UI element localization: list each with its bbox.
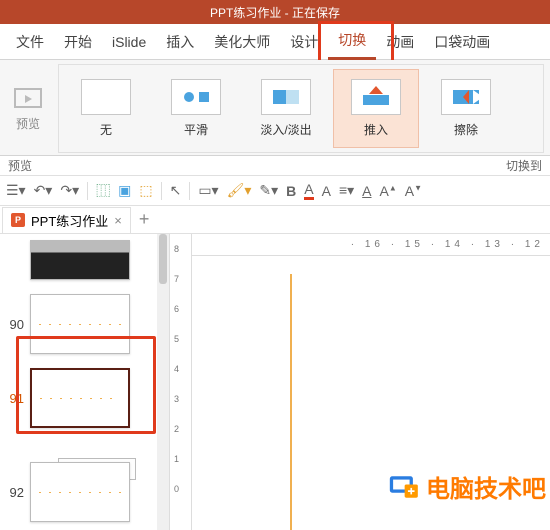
fade-icon — [261, 79, 311, 115]
vruler-tick: 8 — [174, 244, 179, 254]
title-bar: PPT练习作业 - 正在保存 — [0, 0, 550, 24]
powerpoint-file-icon: P — [11, 213, 25, 227]
image-icon[interactable]: ▣ — [118, 182, 131, 199]
undo-icon[interactable]: ↶▾ — [34, 182, 53, 199]
document-tab[interactable]: P PPT练习作业 × — [2, 207, 131, 233]
transition-wipe[interactable]: 擦除 — [423, 69, 509, 148]
transition-none-label: 无 — [100, 121, 112, 138]
section-preview-label: 预览 — [8, 157, 32, 174]
watermark: 电脑技术吧 — [386, 469, 546, 504]
title-text: PPT练习作业 - 正在保存 — [210, 4, 340, 21]
font-grow-button[interactable]: A — [322, 183, 331, 199]
horizontal-ruler: · 16 · 15 · 14 · 13 · 12 — [192, 234, 550, 256]
ribbon-section-labels: 预览 切换到 — [0, 156, 550, 176]
wipe-icon — [441, 79, 491, 115]
section-transition-to-label: 切换到 — [506, 157, 542, 174]
watermark-logo-icon — [386, 473, 420, 501]
vruler-tick: 1 — [174, 454, 179, 464]
eyedropper-icon[interactable]: ✎▾ — [259, 182, 278, 199]
font-size-up-icon[interactable]: A▲ — [380, 183, 397, 199]
quick-toolbar: ☰▾ ↶▾ ↷▾ ⿲ ▣ ⬚ ↖ ▭▾ 🖌▾ ✎▾ B A A ≡▾ A A▲ … — [0, 176, 550, 206]
close-tab-icon[interactable]: × — [114, 213, 122, 228]
none-icon — [81, 79, 131, 115]
transition-fade-label: 淡入/淡出 — [260, 121, 311, 138]
cursor-icon[interactable]: ↖ — [170, 182, 182, 199]
vertical-ruler: 8 7 6 5 4 3 2 1 0 — [170, 234, 192, 530]
document-tab-strip: P PPT练习作业 × + — [0, 206, 550, 234]
slide-thumb-90[interactable]: 90 — [0, 294, 169, 354]
menu-home[interactable]: 开始 — [54, 24, 102, 60]
transition-fade[interactable]: 淡入/淡出 — [243, 69, 329, 148]
redo-icon[interactable]: ↷▾ — [60, 182, 79, 199]
transition-gallery: 无 平滑 淡入/淡出 推入 擦除 — [58, 64, 544, 153]
slide-thumb-91[interactable]: 91 📋 (Ctrl) ▾ — [0, 368, 169, 428]
slide-thumbnails-panel: 90 91 📋 (Ctrl) ▾ 92 — [0, 234, 170, 530]
transition-push[interactable]: 推入 — [333, 69, 419, 148]
font-underline-button[interactable]: A — [362, 183, 371, 199]
select-icon[interactable]: ⬚ — [139, 182, 152, 199]
menu-design[interactable]: 设计 — [280, 24, 328, 60]
menu-insert[interactable]: 插入 — [156, 24, 204, 60]
watermark-text: 电脑技术吧 — [426, 469, 546, 504]
transition-morph[interactable]: 平滑 — [153, 69, 239, 148]
ribbon-preview-button[interactable]: 预览 — [6, 64, 50, 153]
slide-number: 90 — [0, 317, 30, 332]
add-tab-button[interactable]: + — [139, 209, 150, 230]
thumbnail-selected — [30, 368, 130, 428]
menu-file[interactable]: 文件 — [6, 24, 54, 60]
save-dropdown-icon[interactable]: ☰▾ — [6, 182, 26, 199]
menu-beautify[interactable]: 美化大师 — [204, 24, 280, 60]
ribbon: 预览 无 平滑 淡入/淡出 推入 擦除 — [0, 60, 550, 156]
slide-number: 91 — [0, 391, 30, 406]
thumbnail — [30, 240, 130, 280]
separator — [189, 182, 190, 200]
menu-islide[interactable]: iSlide — [102, 24, 156, 60]
thumbnail — [30, 462, 130, 522]
menu-pocket-anim[interactable]: 口袋动画 — [424, 24, 500, 60]
chart-icon[interactable]: ⿲ — [96, 181, 110, 201]
thumbnails-scrollbar[interactable] — [157, 234, 169, 530]
vruler-tick: 3 — [174, 394, 179, 404]
format-painter-icon[interactable]: 🖌▾ — [227, 182, 252, 199]
vruler-tick: 6 — [174, 304, 179, 314]
bold-button[interactable]: B — [286, 183, 296, 199]
align-icon[interactable]: ≡▾ — [339, 182, 354, 199]
transition-morph-label: 平滑 — [184, 121, 208, 138]
ribbon-preview-label: 预览 — [16, 115, 40, 132]
separator — [161, 182, 162, 200]
hruler-ticks: · 16 · 15 · 14 · 13 · 12 — [351, 239, 544, 250]
morph-icon — [171, 79, 221, 115]
vruler-tick: 0 — [174, 484, 179, 494]
menu-transitions[interactable]: 切换 — [328, 24, 376, 60]
preview-icon — [13, 85, 43, 111]
separator — [87, 182, 88, 200]
vruler-tick: 2 — [174, 424, 179, 434]
document-tab-label: PPT练习作业 — [31, 211, 108, 230]
slide-thumb-92[interactable]: 92 — [0, 462, 169, 522]
shape-icon[interactable]: ▭▾ — [198, 182, 218, 199]
font-color-button[interactable]: A — [304, 181, 313, 200]
menu-bar: 文件 开始 iSlide 插入 美化大师 设计 切换 动画 口袋动画 — [0, 24, 550, 60]
font-size-down-icon[interactable]: A▼ — [405, 183, 422, 199]
transition-none[interactable]: 无 — [63, 69, 149, 148]
slide-number: 92 — [0, 485, 30, 500]
transition-wipe-label: 擦除 — [454, 121, 478, 138]
slide-thumb-89[interactable] — [0, 240, 169, 280]
thumbnail — [30, 294, 130, 354]
transition-push-label: 推入 — [364, 121, 388, 138]
vertical-guide[interactable] — [290, 274, 292, 530]
vruler-tick: 7 — [174, 274, 179, 284]
vruler-tick: 5 — [174, 334, 179, 344]
push-icon — [351, 79, 401, 115]
menu-animations[interactable]: 动画 — [376, 24, 424, 60]
vruler-tick: 4 — [174, 364, 179, 374]
